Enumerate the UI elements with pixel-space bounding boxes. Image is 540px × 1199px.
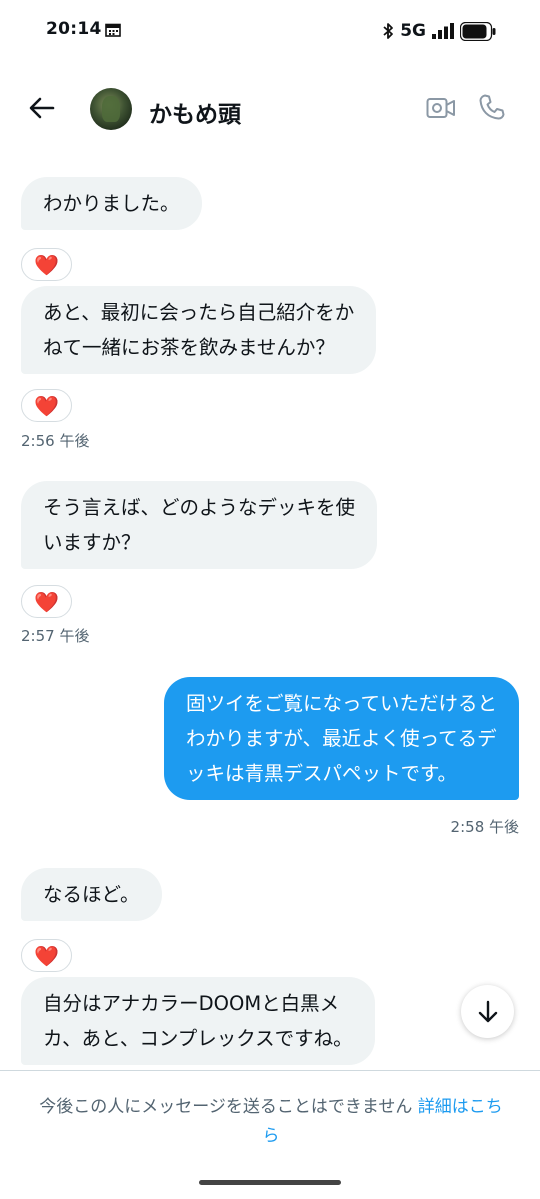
learn-more-link-text: 詳細はこち <box>417 1097 503 1117</box>
arrow-left-icon <box>29 97 55 119</box>
video-call-icon[interactable] <box>426 95 456 121</box>
heart-icon: ❤️ <box>34 393 59 418</box>
bluetooth-icon <box>383 23 394 39</box>
message-line: あと、最初に会ったら自己紹介をか <box>43 301 355 324</box>
message-text: なるほど。 <box>43 883 140 906</box>
reaction-badge[interactable]: ❤️ <box>21 389 72 422</box>
message-timestamp: 2:58 午後 <box>450 818 519 836</box>
reaction-badge[interactable]: ❤️ <box>21 248 72 281</box>
status-time: 20:14 <box>46 19 102 39</box>
network-type: 5G <box>400 21 426 41</box>
heart-icon: ❤️ <box>34 589 59 614</box>
received-message[interactable]: あと、最初に会ったら自己紹介をか ねて一緒にお茶を飲みませんか？ <box>21 286 377 374</box>
sent-message[interactable]: 固ツイをご覧になっていただけると わかりますが、最近よく使ってるデ ッキは青黒デ… <box>163 677 519 800</box>
message-line: ねて一緒にお茶を飲みませんか？ <box>43 336 335 359</box>
message-timestamp: 2:57 午後 <box>21 627 90 645</box>
reaction-badge[interactable]: ❤️ <box>21 585 72 618</box>
phone-icon[interactable] <box>478 93 506 121</box>
contact-name[interactable]: かもめ頭 <box>149 95 241 129</box>
learn-more-link-text-2: ら <box>262 1126 280 1146</box>
received-message[interactable]: なるほど。 <box>21 868 162 921</box>
reaction-badge[interactable]: ❤️ <box>21 939 72 972</box>
message-line: わかりますが、最近よく使ってるデ <box>185 727 497 750</box>
message-line: いますか？ <box>43 531 141 554</box>
arrow-down-icon <box>478 1000 497 1022</box>
message-line: カ、あと、コンプレックスですね。 <box>43 1027 353 1050</box>
message-timestamp: 2:56 午後 <box>21 432 90 450</box>
received-message[interactable]: 自分はアナカラーDOOMと白黒メ カ、あと、コンプレックスですね。 <box>21 977 375 1065</box>
received-message[interactable]: わかりました。 <box>21 177 202 230</box>
notice-text: 今後この人にメッセージを送ることはできません <box>39 1097 413 1117</box>
message-line: そう言えば、どのようなデッキを使 <box>43 496 356 519</box>
status-icons: 5G <box>382 20 496 42</box>
avatar[interactable] <box>90 88 132 130</box>
received-message[interactable]: そう言えば、どのようなデッキを使 いますか？ <box>21 481 378 569</box>
message-line: 自分はアナカラーDOOMと白黒メ <box>43 992 340 1015</box>
battery-icon <box>460 21 496 41</box>
back-button[interactable] <box>26 92 58 124</box>
calendar-icon <box>105 23 121 37</box>
heart-icon: ❤️ <box>34 252 59 277</box>
heart-icon: ❤️ <box>34 943 59 968</box>
conversation-header: かもめ頭 <box>0 62 540 158</box>
signal-icon <box>432 23 454 39</box>
status-bar: 20:14 5G <box>0 0 540 62</box>
message-line: ッキは青黒デスパペットです。 <box>185 762 458 785</box>
home-indicator[interactable] <box>199 1180 341 1185</box>
message-line: 固ツイをご覧になっていただけると <box>185 692 497 715</box>
dm-disabled-notice: 今後この人にメッセージを送ることはできません 詳細はこちら <box>22 1093 520 1151</box>
message-text: わかりました。 <box>43 192 180 215</box>
scroll-to-bottom-button[interactable] <box>461 985 514 1038</box>
